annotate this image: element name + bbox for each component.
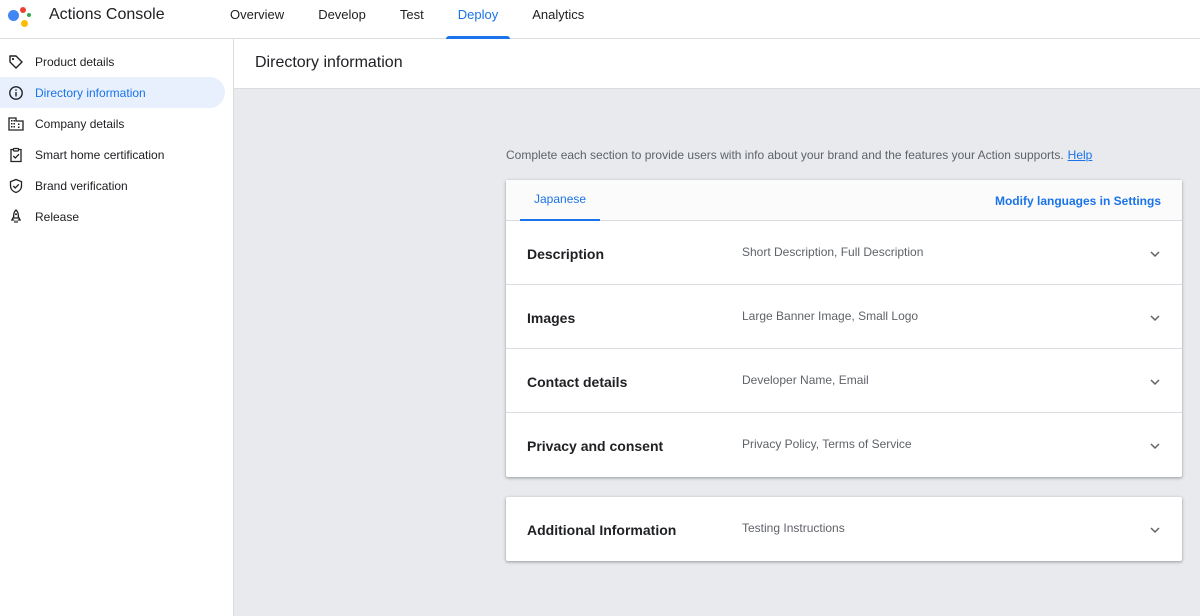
tab-deploy[interactable]: Deploy	[445, 0, 511, 39]
section-row-contact-details[interactable]: Contact details Developer Name, Email	[506, 349, 1182, 413]
sidebar-item-product-details[interactable]: Product details	[0, 46, 225, 77]
section-summary: Large Banner Image, Small Logo	[742, 309, 919, 323]
sidebar-item-label: Release	[35, 209, 80, 224]
info-icon	[8, 85, 24, 101]
section-row-privacy-and-consent[interactable]: Privacy and consent Privacy Policy, Term…	[506, 413, 1182, 477]
tab-overview[interactable]: Overview	[218, 0, 296, 39]
section-row-images[interactable]: Images Large Banner Image, Small Logo	[506, 285, 1182, 349]
top-app-bar: Actions Console Overview Develop Test De…	[0, 0, 1200, 39]
sidebar-item-smart-home-certification[interactable]: Smart home certification	[0, 139, 225, 170]
tab-develop[interactable]: Develop	[306, 0, 378, 39]
top-nav: Overview Develop Test Deploy Analytics	[218, 0, 606, 39]
sidebar-item-company-details[interactable]: Company details	[0, 108, 225, 139]
section-row-description[interactable]: Description Short Description, Full Desc…	[506, 221, 1182, 285]
language-tabs-bar: Japanese Modify languages in Settings	[506, 180, 1182, 221]
section-title: Additional Information	[527, 522, 677, 538]
section-summary: Testing Instructions	[742, 521, 845, 535]
sidebar-item-directory-information[interactable]: Directory information	[0, 77, 225, 108]
intro-text: Complete each section to provide users w…	[506, 148, 1064, 162]
chevron-down-icon[interactable]	[1148, 439, 1162, 453]
building-icon	[8, 116, 24, 132]
sidebar-item-label: Product details	[35, 54, 115, 69]
section-title: Images	[527, 310, 576, 326]
main-content: Directory information Complete each sect…	[234, 39, 1200, 616]
section-summary: Developer Name, Email	[742, 373, 869, 387]
tab-language-japanese[interactable]: Japanese	[520, 180, 601, 221]
chevron-down-icon[interactable]	[1148, 523, 1162, 537]
clipboard-check-icon	[8, 147, 24, 163]
app-title: Actions Console	[49, 6, 165, 23]
directory-sections-card: Japanese Modify languages in Settings De…	[506, 180, 1182, 477]
sidebar: Product details Directory information Co…	[0, 39, 234, 616]
section-title: Contact details	[527, 374, 628, 390]
section-summary: Short Description, Full Description	[742, 245, 924, 259]
modify-languages-link[interactable]: Modify languages in Settings	[995, 180, 1161, 222]
chevron-down-icon[interactable]	[1148, 375, 1162, 389]
shield-check-icon	[8, 178, 24, 194]
sidebar-item-label: Directory information	[35, 85, 146, 100]
chevron-down-icon[interactable]	[1148, 311, 1162, 325]
additional-information-card: Additional Information Testing Instructi…	[506, 497, 1182, 561]
rocket-icon	[8, 208, 24, 225]
page-title: Directory information	[234, 39, 1200, 89]
tag-icon	[8, 54, 24, 70]
section-summary: Privacy Policy, Terms of Service	[742, 437, 912, 451]
help-link[interactable]: Help	[1068, 148, 1093, 162]
section-title: Privacy and consent	[527, 438, 664, 454]
tab-test[interactable]: Test	[388, 0, 436, 39]
google-assistant-logo-icon[interactable]	[8, 5, 32, 27]
tab-analytics[interactable]: Analytics	[520, 0, 596, 39]
section-title: Description	[527, 246, 605, 262]
sidebar-item-label: Brand verification	[35, 178, 128, 193]
chevron-down-icon[interactable]	[1148, 247, 1162, 261]
intro-text-container: Complete each section to provide users w…	[506, 148, 1092, 162]
sidebar-item-release[interactable]: Release	[0, 201, 225, 232]
sidebar-item-label: Company details	[35, 116, 125, 131]
sidebar-item-label: Smart home certification	[35, 147, 165, 162]
sidebar-item-brand-verification[interactable]: Brand verification	[0, 170, 225, 201]
section-row-additional-information[interactable]: Additional Information Testing Instructi…	[506, 497, 1182, 561]
